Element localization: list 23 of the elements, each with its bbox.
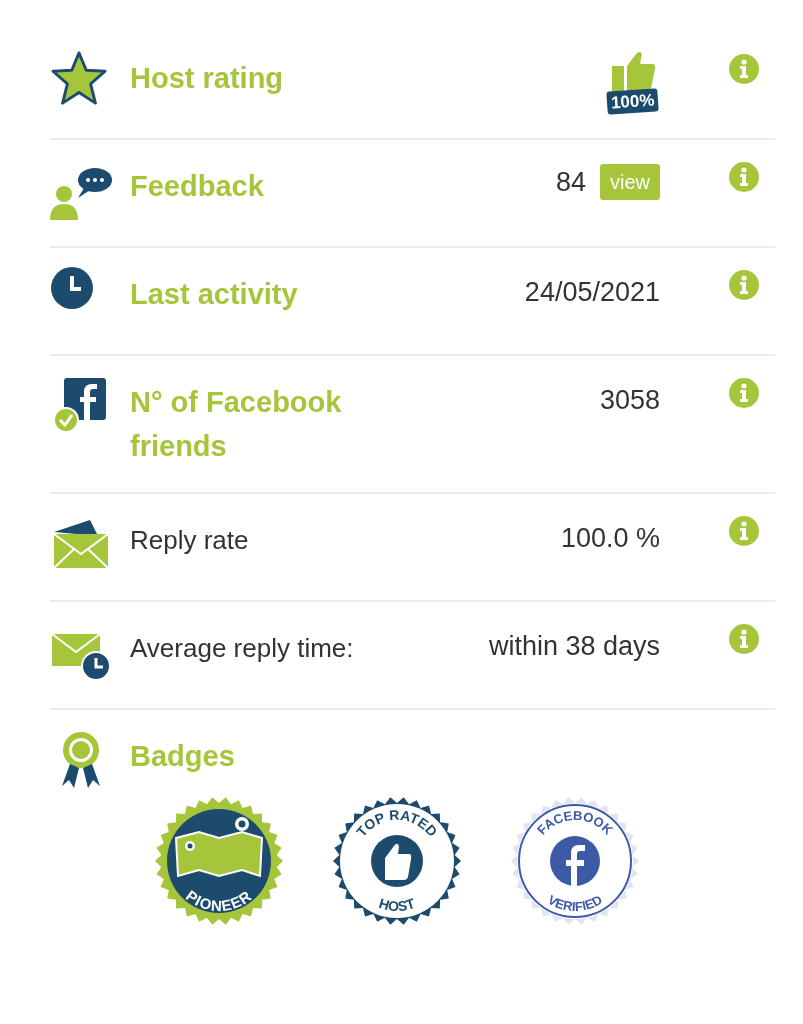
info-icon[interactable] [729,270,759,300]
info-icon[interactable] [729,624,759,654]
row-value: within 38 days [488,630,660,663]
clock-icon [50,266,94,310]
view-button[interactable]: view [600,164,660,201]
info-icon[interactable] [729,378,759,408]
pioneer-badge: PIONEER [154,796,284,926]
row-label: Average reply time: [130,633,354,663]
row-label: Reply rate [130,525,249,555]
row-label: Host rating [130,62,284,94]
row-label: N° of Facebook friends [130,386,342,462]
row-value: 3058 [599,384,660,417]
row-label: Feedback [130,170,264,202]
badges-heading: Badges [130,739,235,774]
row-value: 100.0 % [560,522,660,555]
row-label: Last activity [130,278,298,310]
row-value: 24/05/2021 [524,276,660,309]
info-icon[interactable] [729,54,759,84]
info-icon[interactable] [729,162,759,192]
feedback-count: 84 [555,166,586,199]
star-icon [50,50,108,106]
info-icon[interactable] [729,516,759,546]
rating-percent: 100% [606,88,660,115]
